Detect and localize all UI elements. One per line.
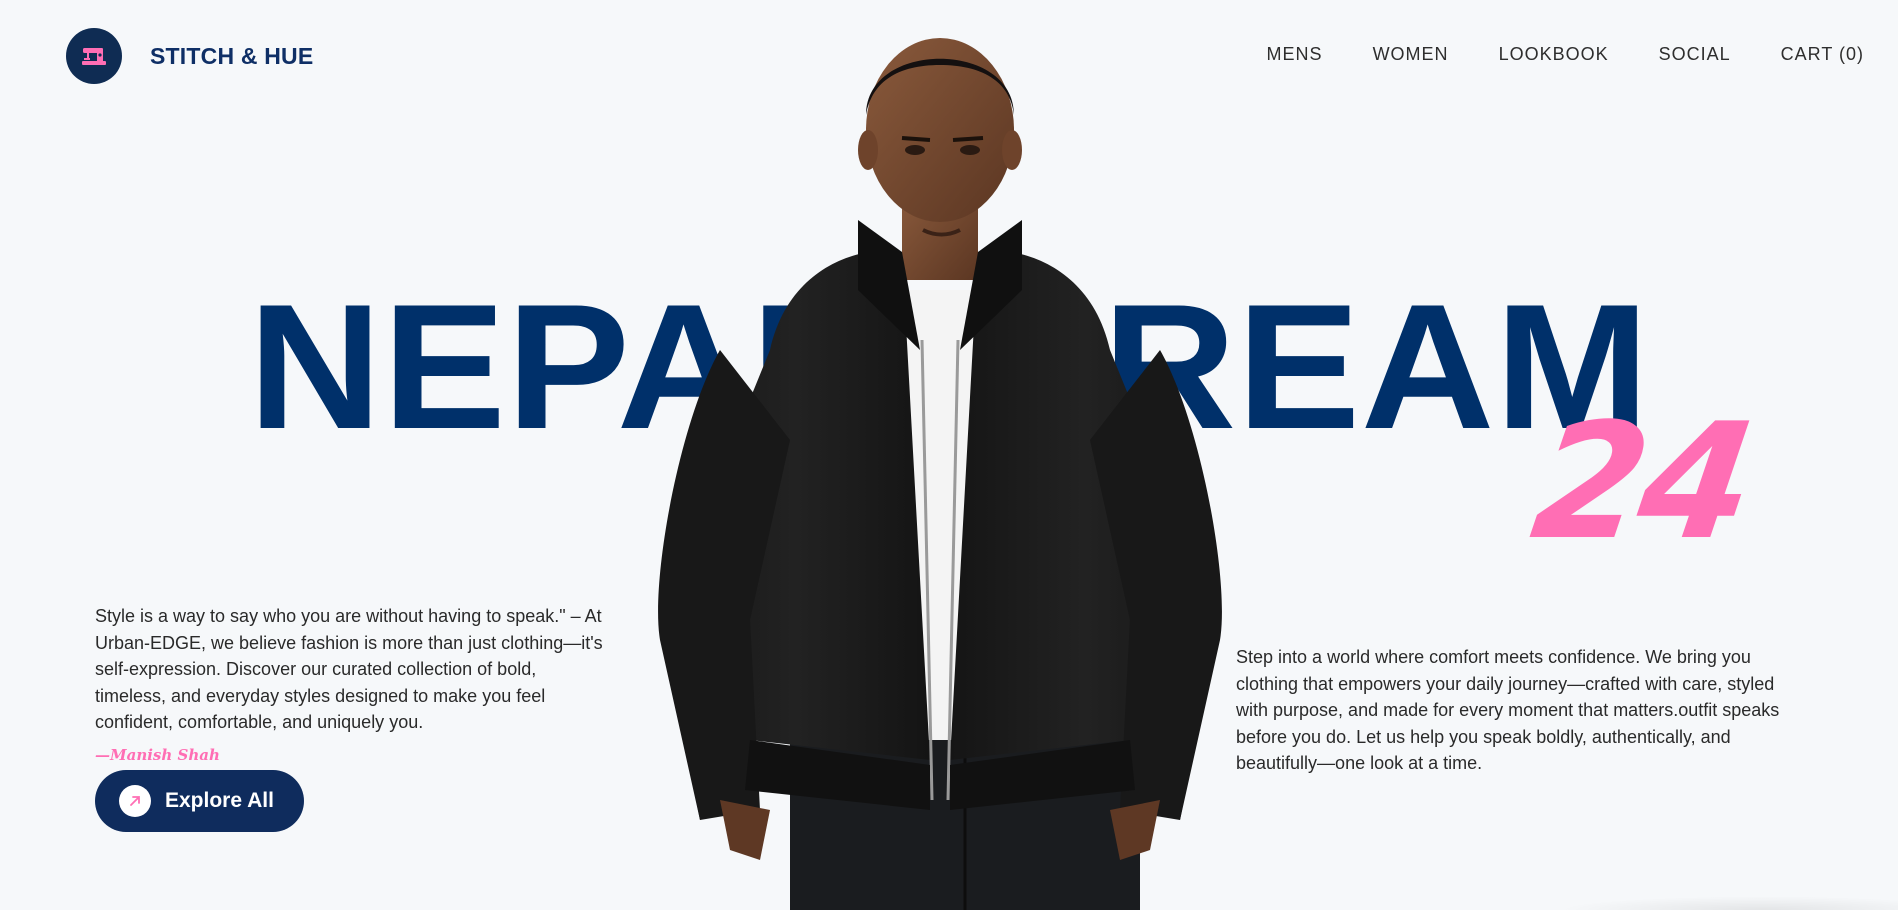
sewing-machine-icon: [66, 28, 122, 84]
nav-item-women[interactable]: WOMEN: [1373, 44, 1449, 65]
main-nav: MENS WOMEN LOOKBOOK SOCIAL CART (0): [1267, 44, 1864, 65]
hero-year: 24: [1522, 388, 1760, 575]
nav-item-cart[interactable]: CART (0): [1781, 44, 1864, 65]
brand[interactable]: STITCH & HUE: [66, 28, 313, 84]
left-paragraph: Style is a way to say who you are withou…: [95, 606, 603, 732]
arrow-up-right-icon: [119, 784, 151, 817]
nav-item-mens[interactable]: MENS: [1267, 44, 1323, 65]
explore-all-label: Explore All: [165, 788, 274, 812]
signature: —Manish Shah: [95, 745, 220, 764]
right-paragraph: Step into a world where comfort meets co…: [1236, 647, 1780, 773]
model-photo: [658, 38, 1222, 910]
nav-item-social[interactable]: SOCIAL: [1659, 44, 1731, 65]
nav-item-lookbook[interactable]: LOOKBOOK: [1499, 44, 1609, 65]
decorative-shadow: [1558, 896, 1898, 910]
landing-page: STITCH & HUE MENS WOMEN LOOKBOOK SOCIAL …: [0, 0, 1898, 910]
brand-name: STITCH & HUE: [150, 42, 314, 69]
left-copy-block: Style is a way to say who you are withou…: [95, 603, 605, 832]
explore-all-button[interactable]: Explore All: [95, 769, 304, 832]
